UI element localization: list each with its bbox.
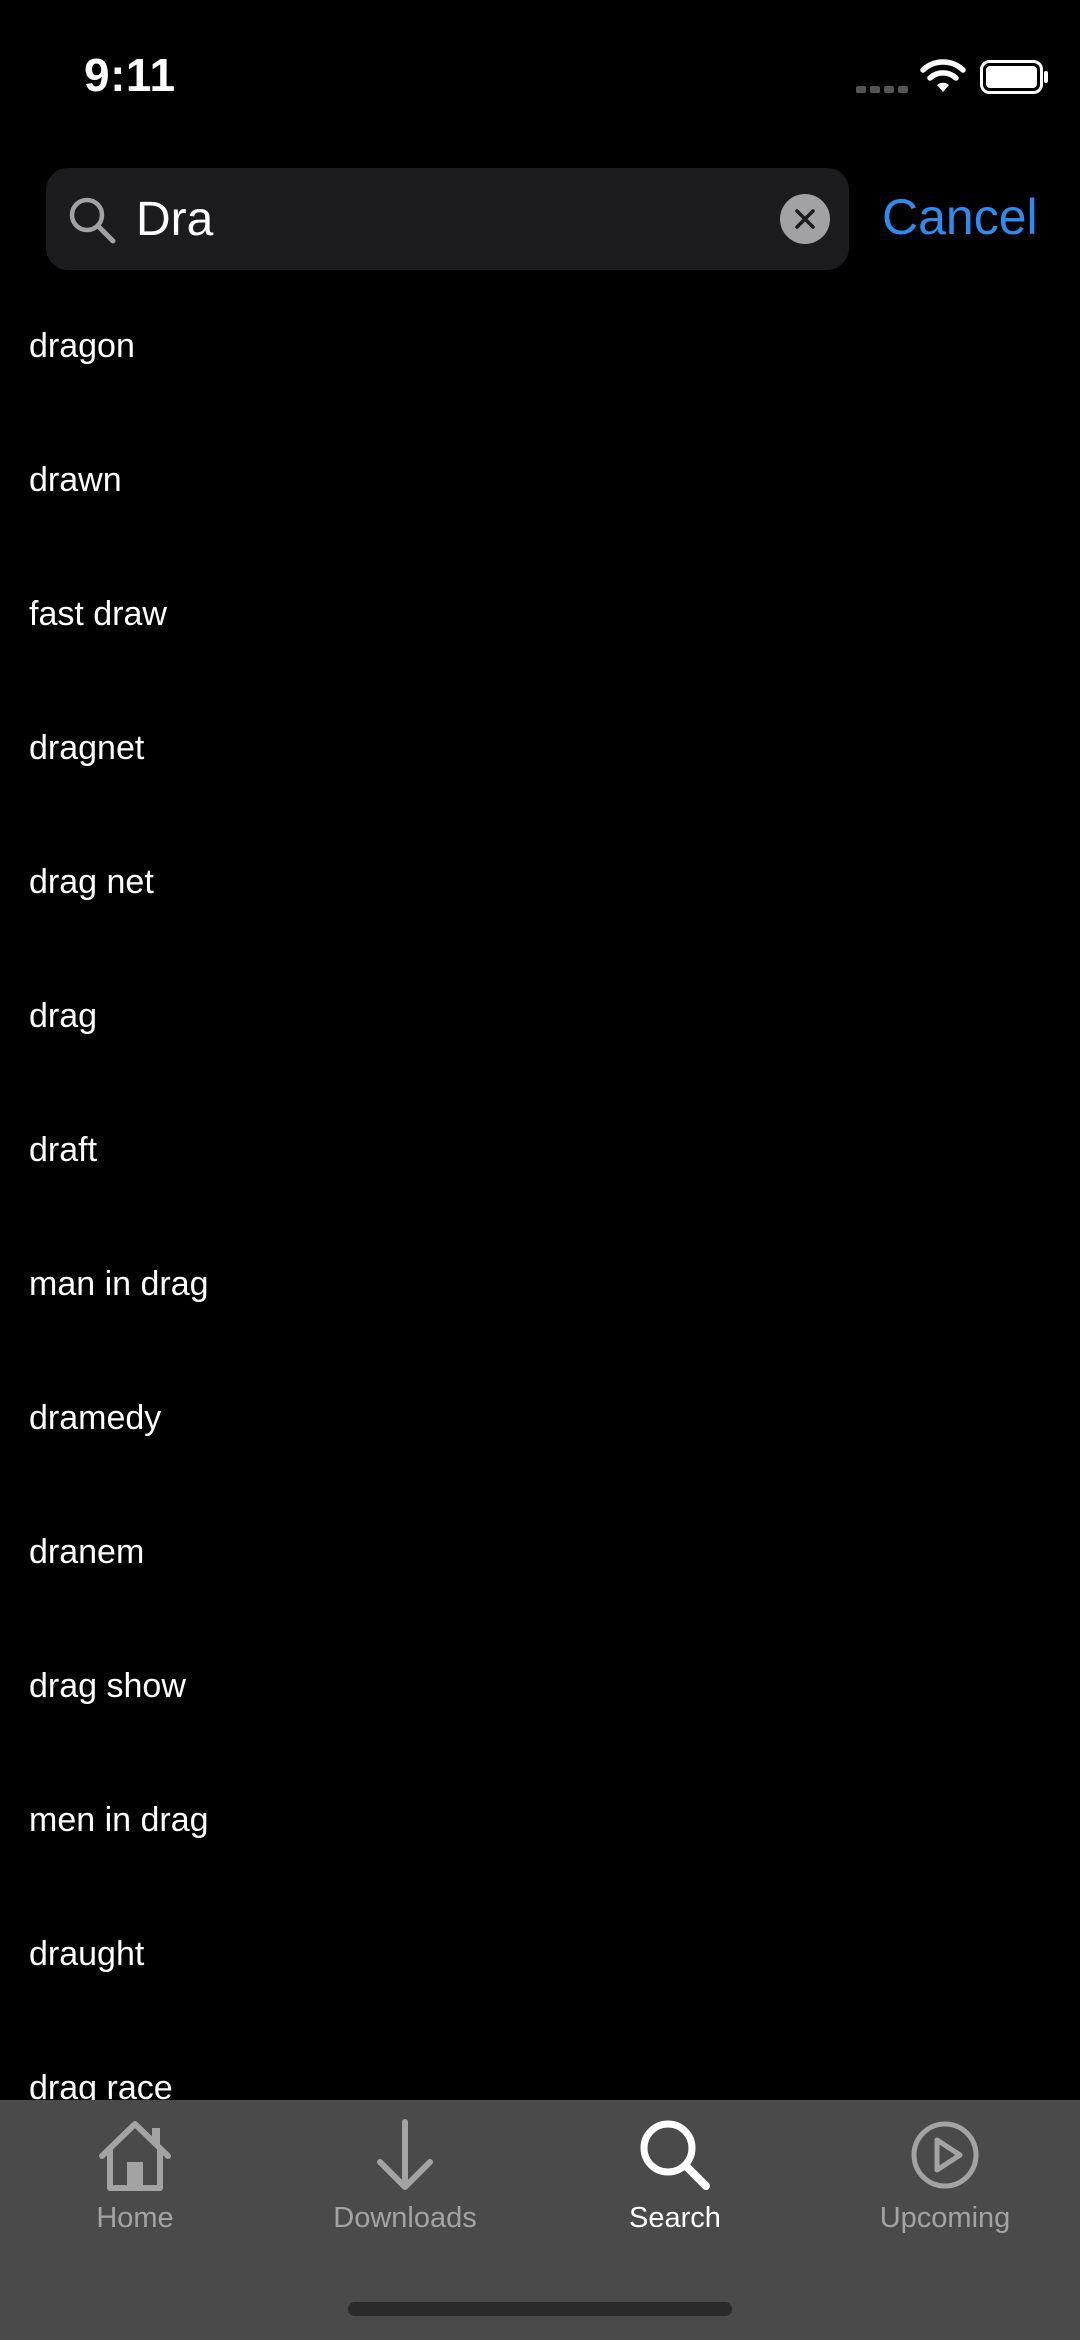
suggestion-item[interactable]: drag show xyxy=(0,1640,1080,1774)
cancel-button[interactable]: Cancel xyxy=(882,188,1038,246)
suggestion-item[interactable]: dramedy xyxy=(0,1372,1080,1506)
suggestion-item[interactable]: fast draw xyxy=(0,568,1080,702)
close-icon xyxy=(795,209,815,229)
tab-upcoming[interactable]: Upcoming xyxy=(810,2116,1080,2266)
search-icon xyxy=(69,197,116,244)
suggestion-item[interactable]: draft xyxy=(0,1104,1080,1238)
home-icon xyxy=(99,2121,171,2191)
suggestion-item[interactable]: dragnet xyxy=(0,702,1080,836)
tab-label: Upcoming xyxy=(879,2202,1011,2234)
tab-label: Downloads xyxy=(333,2202,477,2234)
tab-bar: Home Downloads Search Upcoming xyxy=(0,2100,1080,2340)
tab-search[interactable]: Search xyxy=(540,2116,810,2266)
play-circle-icon xyxy=(911,2121,979,2189)
tab-downloads[interactable]: Downloads xyxy=(270,2116,540,2266)
home-indicator xyxy=(348,2302,732,2316)
suggestion-item[interactable]: dragon xyxy=(0,300,1080,434)
suggestion-item[interactable]: dranem xyxy=(0,1506,1080,1640)
tab-home[interactable]: Home xyxy=(0,2116,270,2266)
battery-icon xyxy=(980,60,1048,94)
suggestion-item[interactable]: drag xyxy=(0,970,1080,1104)
search-suggestions-list: dragon drawn fast draw dragnet drag net … xyxy=(0,300,1080,2100)
suggestion-item[interactable]: men in drag xyxy=(0,1774,1080,1908)
status-time: 9:11 xyxy=(84,49,176,101)
tab-label: Home xyxy=(96,2202,174,2234)
cellular-signal-icon xyxy=(856,86,908,93)
suggestion-item[interactable]: drawn xyxy=(0,434,1080,568)
download-icon xyxy=(377,2119,433,2190)
search-bar[interactable] xyxy=(46,168,849,270)
clear-search-button[interactable] xyxy=(780,194,830,244)
suggestion-item[interactable]: drag race xyxy=(0,2042,1080,2100)
suggestion-item[interactable]: draught xyxy=(0,1908,1080,2042)
suggestion-item[interactable]: drag net xyxy=(0,836,1080,970)
suggestion-item[interactable]: man in drag xyxy=(0,1238,1080,1372)
wifi-icon xyxy=(920,59,966,92)
search-input[interactable] xyxy=(136,188,696,250)
search-icon xyxy=(640,2120,710,2190)
status-bar: 9:11 xyxy=(0,0,1080,150)
tab-label: Search xyxy=(629,2202,721,2234)
